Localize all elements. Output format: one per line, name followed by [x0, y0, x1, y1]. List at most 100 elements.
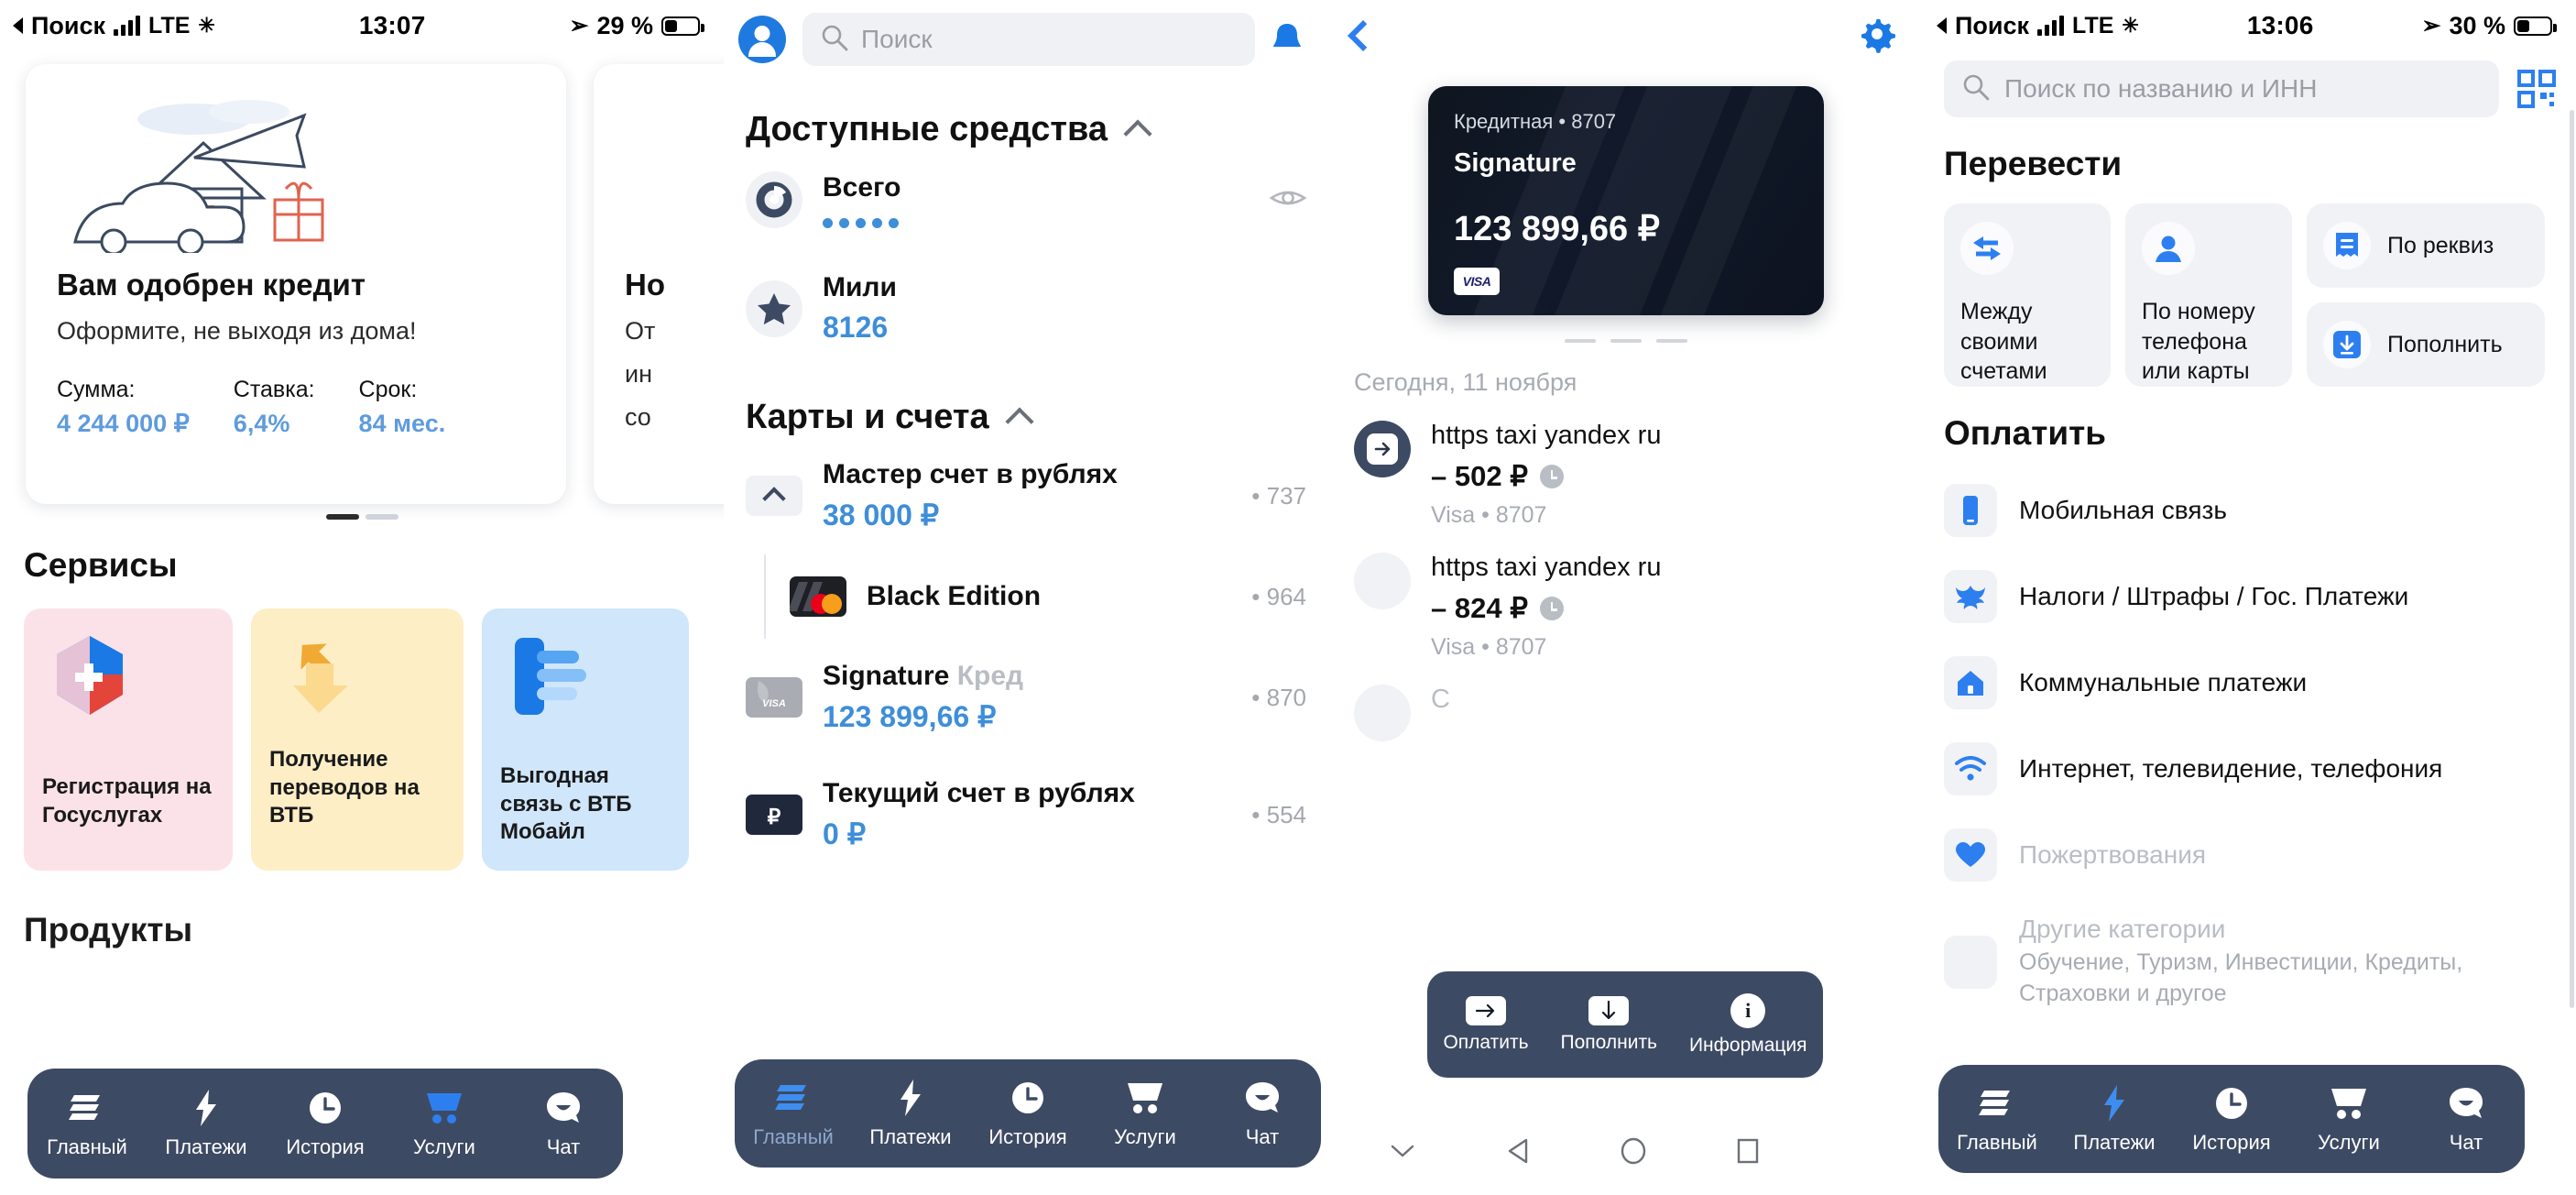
fab-topup[interactable]: Пополнить [1561, 995, 1657, 1054]
cards-section-header[interactable]: Карты и счета [724, 367, 1328, 437]
gear-icon[interactable] [1858, 15, 1896, 58]
account-row-content: Мастер счет в рублях 38 000 ₽ [823, 459, 1231, 532]
next-illustration [625, 88, 724, 262]
chevron-up-icon[interactable] [1005, 406, 1034, 436]
chevron-down-icon[interactable] [1389, 1142, 1416, 1160]
pay-item-utilities[interactable]: Коммунальные платежи [1944, 640, 2556, 726]
account-name-suffix: Кред [949, 661, 1024, 691]
search-icon [821, 24, 848, 56]
carousel-dots[interactable] [0, 514, 724, 520]
chevron-left-icon[interactable] [1348, 20, 1379, 51]
nav-item-services[interactable]: Услуги [2298, 1084, 2399, 1155]
search-input[interactable]: Поиск [802, 13, 1255, 66]
chevron-up-box-icon[interactable] [746, 476, 802, 516]
battery-icon [2514, 16, 2557, 36]
qr-scan-icon[interactable] [2517, 70, 2556, 108]
nav-item-main[interactable]: Главный [743, 1079, 844, 1149]
bank-card[interactable]: Кредитная • 8707 Signature 123 899,66 ₽ … [1428, 86, 1824, 315]
pay-item-internet[interactable]: Интернет, телевидение, телефония [1944, 726, 2556, 812]
account-row-black-edition[interactable]: Black Edition • 964 [764, 554, 1328, 639]
nav-label: Услуги [2318, 1130, 2380, 1154]
card-dot[interactable] [1565, 339, 1596, 343]
nav-item-payments[interactable]: Платежи [156, 1089, 257, 1159]
service-tile-gosuslugi[interactable]: Регистрация на Госуслугах [24, 608, 233, 872]
search-input[interactable]: Поиск по названию и ИНН [1944, 60, 2499, 117]
account-row-current[interactable]: ₽ Текущий счет в рублях 0 ₽ • 554 [724, 756, 1328, 873]
promo-carousel[interactable]: Вам одобрен кредит Оформите, не выходя и… [0, 51, 724, 546]
receipt-icon [2323, 222, 2371, 269]
back-triangle-icon[interactable] [1506, 1137, 1532, 1165]
battery-percent-label: 30 % [2449, 11, 2505, 39]
fab-pay[interactable]: Оплатить [1443, 995, 1529, 1054]
nav-item-chat[interactable]: Чат [2416, 1084, 2516, 1155]
bottom-navigation[interactable]: Главный Платежи История Услуги Чат [27, 1069, 623, 1179]
nav-item-services[interactable]: Услуги [394, 1089, 495, 1159]
transfer-tile-topup[interactable]: Пополнить [2307, 302, 2545, 387]
home-circle-icon[interactable] [1620, 1136, 1647, 1166]
bottom-navigation[interactable]: Главный Платежи История Услуги Чат [735, 1059, 1321, 1168]
eye-icon[interactable] [1269, 185, 1307, 215]
scrollbar[interactable] [2570, 110, 2574, 1008]
status-bar-left: Поиск LTE ✳ [13, 12, 215, 40]
pay-item-other-categories[interactable]: Другие категории Обучение, Туризм, Инвес… [1944, 898, 2556, 1026]
nav-item-history[interactable]: История [275, 1089, 376, 1159]
funds-row-total[interactable]: Всего [724, 149, 1328, 250]
panel-home-services: Поиск LTE ✳ 13:07 ➢ 29 % Вам одобрен кре… [0, 0, 724, 1195]
pay-item-donations[interactable]: Пожертвования [1944, 812, 2556, 898]
service-tile-transfers[interactable]: Получение переводов на ВТБ [251, 608, 464, 872]
carousel-dot[interactable] [365, 514, 398, 520]
recents-square-icon[interactable] [1735, 1137, 1761, 1165]
nav-item-chat[interactable]: Чат [513, 1089, 614, 1159]
transfer-side-label: Пополнить [2387, 331, 2503, 357]
nav-item-main[interactable]: Главный [37, 1089, 137, 1159]
info-icon: i [1730, 992, 1766, 1028]
available-funds-header[interactable]: Доступные средства [724, 79, 1328, 149]
account-row-signature[interactable]: VISA Signature Кред 123 899,66 ₽ • 870 [724, 639, 1328, 756]
transaction-source: Visa • 8707 [1431, 634, 1547, 660]
android-navigation-bar[interactable] [1328, 1107, 1924, 1195]
transfer-tile-label: По номеру телефона или карты [2142, 299, 2255, 384]
transfer-tile-by-requisites[interactable]: По реквиз [2307, 203, 2545, 288]
card-action-menu[interactable]: Оплатить Пополнить i Информация [1427, 971, 1823, 1078]
status-bar-time: 13:06 [2246, 11, 2314, 39]
transaction-row[interactable]: https taxi yandex ru – 824 ₽ Visa • 8707 [1328, 529, 1924, 661]
nav-label: Главный [47, 1135, 127, 1158]
transfer-tile-by-phone[interactable]: По номеру телефона или карты [2125, 203, 2292, 387]
bottom-navigation[interactable]: Главный Платежи История Услуги Чат [1938, 1065, 2525, 1173]
nav-item-history[interactable]: История [977, 1079, 1078, 1149]
services-row: Регистрация на Госуслугах Получение пере… [0, 585, 724, 872]
products-section-title: Продукты [24, 911, 193, 949]
transaction-row[interactable]: https taxi yandex ru – 502 ₽ Visa • 8707 [1328, 397, 1924, 529]
masked-amount [823, 217, 1250, 228]
funds-row-miles[interactable]: Мили 8126 [724, 250, 1328, 367]
nav-label: История [286, 1135, 365, 1158]
transaction-source: Visa • 8707 [1431, 502, 1547, 528]
blank-circle-icon [1354, 553, 1411, 609]
nav-item-services[interactable]: Услуги [1095, 1079, 1195, 1149]
service-tile-vtb-mobile[interactable]: Выгодная связь с ВТБ Мобайл [482, 608, 689, 872]
fab-info[interactable]: i Информация [1689, 992, 1807, 1057]
promo-stat-value: 6,4% [233, 410, 290, 437]
avatar[interactable] [738, 16, 786, 63]
nav-item-main[interactable]: Главный [1947, 1084, 2047, 1155]
nav-item-chat[interactable]: Чат [1212, 1079, 1313, 1149]
transfer-tile-between-accounts[interactable]: Между своими счетами [1944, 203, 2111, 387]
nav-item-history[interactable]: История [2181, 1084, 2282, 1155]
promo-card-next[interactable]: Но От ин со [594, 64, 724, 504]
pay-item-mobile[interactable]: Мобильная связь [1944, 467, 2556, 554]
carousel-dot-active[interactable] [325, 514, 359, 520]
nav-label: Чат [2449, 1130, 2483, 1154]
nav-item-payments[interactable]: Платежи [860, 1079, 961, 1149]
carrier-back-label: Поиск [1955, 11, 2030, 39]
chevron-up-icon[interactable] [1123, 118, 1152, 148]
bell-icon[interactable] [1272, 22, 1328, 57]
promo-stat-label: Срок: [358, 377, 418, 402]
account-row-master[interactable]: Мастер счет в рублях 38 000 ₽ • 737 [724, 437, 1328, 554]
promo-card-credit[interactable]: Вам одобрен кредит Оформите, не выходя и… [26, 64, 566, 504]
pay-item-taxes[interactable]: Налоги / Штрафы / Гос. Платежи [1944, 554, 2556, 640]
nav-label: Главный [1957, 1130, 2037, 1154]
transaction-row[interactable]: C [1328, 661, 1924, 741]
card-dot[interactable] [1610, 339, 1642, 343]
nav-item-payments[interactable]: Платежи [2064, 1084, 2165, 1155]
card-dot[interactable] [1656, 339, 1687, 343]
